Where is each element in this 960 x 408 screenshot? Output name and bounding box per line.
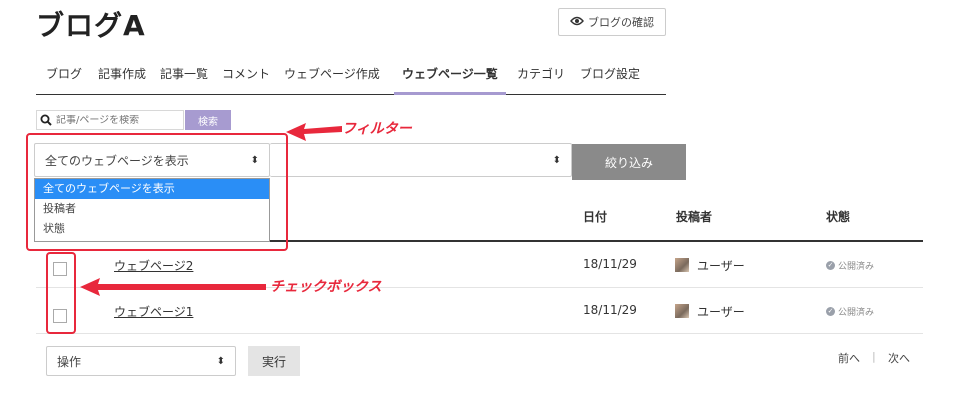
run-button[interactable]: 実行 [248,346,300,376]
avatar [675,304,689,318]
page-title-link[interactable]: ウェブページ2 [114,257,193,274]
eye-icon [570,16,584,29]
view-blog-label: ブログの確認 [588,16,654,29]
status-badge: ✓ 公開済み [826,305,874,318]
nav-tabs: ブログ 記事作成 記事一覧 コメント ウェブページ作成 ウェブページ一覧 カテゴ… [36,64,666,95]
search-field[interactable] [36,110,184,130]
filter-value-select[interactable]: ⬍ [270,143,572,177]
tab-categories[interactable]: カテゴリ [517,64,565,92]
view-blog-button[interactable]: ブログの確認 [558,8,666,36]
page-title: ブログA [36,9,146,42]
bulk-action-select[interactable]: 操作 ⬍ [46,346,236,376]
annotation-arrow-icon [80,278,266,296]
status-badge: ✓ 公開済み [826,259,874,272]
annotation-checkbox-box [46,252,76,334]
annotation-arrow-icon [286,123,342,141]
column-author[interactable]: 投稿者 [676,208,712,225]
search-input[interactable] [56,114,176,126]
filter-button[interactable]: 絞り込み [572,144,686,180]
status-label: 公開済み [838,262,875,272]
row-author: ユーザー [697,259,745,273]
row-date: 18/11/29 [583,303,637,317]
select-arrows-icon: ⬍ [216,355,225,367]
tab-comments[interactable]: コメント [222,64,270,92]
row-date: 18/11/29 [583,257,637,271]
row-author: ユーザー [697,305,745,319]
select-arrows-icon: ⬍ [552,154,561,166]
check-icon: ✓ [826,307,835,316]
annotation-checkbox-label: チェックボックス [270,279,382,295]
pager-separator: | [872,350,876,363]
page-title-link[interactable]: ウェブページ1 [114,303,193,320]
status-label: 公開済み [838,308,875,318]
next-page-link[interactable]: 次へ [888,350,910,366]
check-icon: ✓ [826,261,835,270]
avatar [675,258,689,272]
tab-blog[interactable]: ブログ [46,64,82,92]
search-button[interactable]: 検索 [185,110,231,130]
column-status[interactable]: 状態 [826,208,850,225]
tab-new-post[interactable]: 記事作成 [98,64,146,92]
search-icon [40,114,52,126]
prev-page-link[interactable]: 前へ [838,350,860,366]
tab-blog-settings[interactable]: ブログ設定 [580,64,640,92]
row-divider [36,333,923,334]
tab-post-list[interactable]: 記事一覧 [160,64,208,92]
bulk-action-value: 操作 [57,354,82,369]
annotation-filter-label: フィルター [342,121,412,137]
annotation-filter-box [26,133,288,251]
column-date[interactable]: 日付 [583,208,607,225]
tab-new-page[interactable]: ウェブページ作成 [284,64,380,92]
tab-page-list[interactable]: ウェブページ一覧 [394,64,506,95]
